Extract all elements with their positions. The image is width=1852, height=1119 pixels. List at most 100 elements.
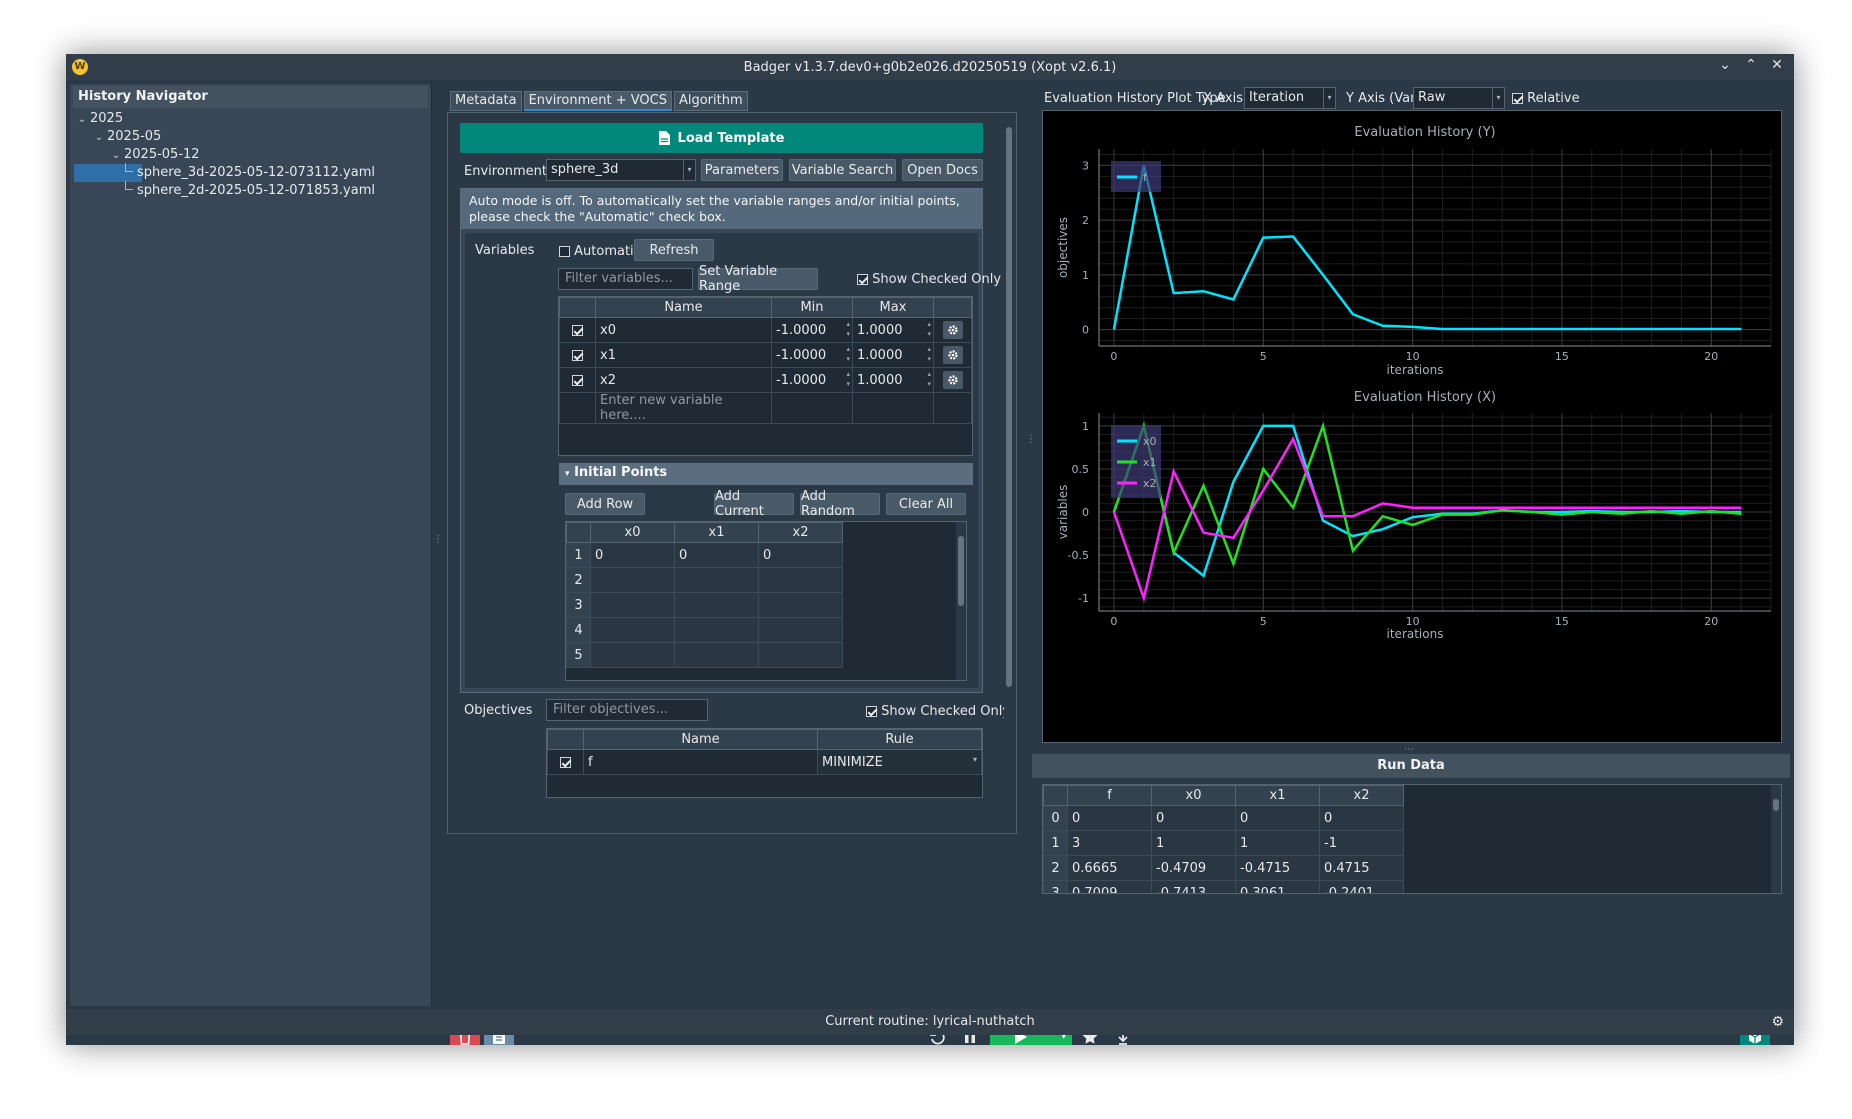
tab-environment-vocs[interactable]: Environment + VOCS bbox=[523, 91, 672, 111]
initial-point-cell-x0[interactable] bbox=[590, 592, 675, 618]
variable-name[interactable]: x2 bbox=[595, 367, 772, 393]
run-data-row[interactable]: 2 0.6665 -0.4709 -0.4715 0.4715 bbox=[1043, 855, 1404, 881]
initial-point-row: 4 bbox=[566, 617, 843, 643]
relative-label: Relative bbox=[1527, 91, 1580, 106]
history-tree: ⌄ 2025 ⌄ 2025-05 ⌄ 2025-05-12 sphere_3d-2025-0… bbox=[70, 110, 431, 200]
initial-point-cell-x0[interactable] bbox=[590, 617, 675, 643]
variable-min-input[interactable]: -1.0000 bbox=[771, 317, 853, 343]
tree-item[interactable]: ⌄ 2025-05-12 bbox=[70, 146, 431, 164]
variable-search-button[interactable]: Variable Search bbox=[789, 159, 896, 181]
file-icon bbox=[658, 131, 670, 145]
tab-algorithm[interactable]: Algorithm bbox=[673, 91, 748, 111]
run-data-scrollbar[interactable] bbox=[1771, 785, 1781, 893]
chevron-down-icon: ⌄ bbox=[77, 114, 87, 125]
close-icon[interactable]: ✕ bbox=[1770, 57, 1784, 73]
tree-item-label: 2025 bbox=[90, 111, 124, 126]
initial-point-row: 3 bbox=[566, 592, 843, 618]
relative-checkbox[interactable]: Relative bbox=[1512, 91, 1580, 106]
show-checked-objectives-checkbox[interactable]: Show Checked Only bbox=[866, 704, 1010, 719]
show-checked-variables-checkbox[interactable]: Show Checked Only bbox=[857, 272, 1001, 287]
variable-checkbox[interactable] bbox=[559, 367, 596, 393]
variable-max-input[interactable]: 1.0000 bbox=[852, 342, 934, 368]
initial-point-cell-x2[interactable]: 0 bbox=[758, 542, 843, 568]
variable-min-input[interactable]: -1.0000 bbox=[771, 367, 853, 393]
initial-point-cell-x1[interactable] bbox=[674, 592, 759, 618]
variable-checkbox[interactable] bbox=[559, 317, 596, 343]
evaluation-plots[interactable]: Evaluation History (Y) 0 5 10 15 20 0 1 2 3 iterat… bbox=[1042, 110, 1782, 743]
variable-settings-button[interactable] bbox=[942, 371, 963, 389]
filter-variables-input[interactable]: Filter variables... bbox=[558, 268, 693, 290]
variables-table: Name Min Max x0-1.00001.0000x1-1.00001.0… bbox=[558, 296, 973, 456]
set-variable-range-button[interactable]: Set Variable Range bbox=[698, 264, 818, 294]
tree-item[interactable]: sphere_3d-2025-05-12-073112.yaml bbox=[70, 163, 431, 182]
run-data-row[interactable]: 1 3 1 1 -1 bbox=[1043, 830, 1404, 856]
variable-settings-button[interactable] bbox=[942, 321, 963, 339]
panel-scrollbar[interactable] bbox=[1004, 117, 1014, 807]
objective-rule-select[interactable]: MINIMIZE ▾ bbox=[817, 749, 982, 775]
tree-branch-icon bbox=[125, 181, 133, 190]
run-data-cell-f: 0 bbox=[1067, 805, 1152, 831]
initial-point-cell-x2[interactable] bbox=[758, 567, 843, 593]
initial-point-cell-x0[interactable]: 0 bbox=[590, 542, 675, 568]
parameters-button[interactable]: Parameters bbox=[701, 159, 783, 181]
variable-name[interactable]: x1 bbox=[595, 342, 772, 368]
row-index: 2 bbox=[566, 567, 591, 593]
x-axis-label: iterations bbox=[1387, 363, 1444, 377]
row-index: 3 bbox=[566, 592, 591, 618]
initial-point-cell-x2[interactable] bbox=[758, 642, 843, 668]
initial-points-header[interactable]: ▾ Initial Points bbox=[559, 463, 973, 485]
variable-checkbox[interactable] bbox=[559, 342, 596, 368]
plots-canvas[interactable]: Evaluation History (Y)0 5 10 15 200123iterat… bbox=[1043, 111, 1781, 742]
variable-name[interactable]: x0 bbox=[595, 317, 772, 343]
clear-all-button[interactable]: Clear All bbox=[886, 493, 966, 515]
add-current-button[interactable]: Add Current bbox=[714, 489, 794, 519]
filter-objectives-input[interactable]: Filter objectives... bbox=[546, 699, 708, 721]
initial-point-cell-x1[interactable]: 0 bbox=[674, 542, 759, 568]
open-docs-button[interactable]: Open Docs bbox=[902, 159, 983, 181]
run-data-title: Run Data bbox=[1032, 754, 1790, 778]
tree-item[interactable]: ⌄ 2025 bbox=[70, 110, 431, 128]
variable-min-input[interactable]: -1.0000 bbox=[771, 342, 853, 368]
monitor-panel: Evaluation History Plot Type X Axis Iter… bbox=[1032, 84, 1790, 1019]
y-axis-label: objectives bbox=[1056, 217, 1070, 278]
initial-point-cell-x0[interactable] bbox=[590, 642, 675, 668]
run-data-cell-x0: -0.7413 bbox=[1151, 880, 1236, 893]
refresh-button[interactable]: Refresh bbox=[634, 239, 714, 261]
initial-point-cell-x1[interactable] bbox=[674, 567, 759, 593]
variable-max-input[interactable]: 1.0000 bbox=[852, 317, 934, 343]
environment-select[interactable]: sphere_3d ▾ bbox=[546, 159, 696, 181]
initial-point-cell-x2[interactable] bbox=[758, 617, 843, 643]
row-index: 2 bbox=[1043, 855, 1068, 881]
x-axis-select[interactable]: Iteration ▾ bbox=[1244, 87, 1336, 109]
run-data-table: f x0 x1 x2 0 0 0 0 0 1 3 1 1 -1 2 0.6665 -0.4709 -0.4… bbox=[1042, 784, 1782, 894]
initial-point-cell-x1[interactable] bbox=[674, 642, 759, 668]
run-data-row[interactable]: 3 0.7009 -0.7413 0.3061 -0.2401 bbox=[1043, 880, 1404, 893]
x-tick-label: 10 bbox=[1406, 350, 1420, 363]
tree-item[interactable]: ⌄ 2025-05 bbox=[70, 128, 431, 146]
initial-point-cell-x1[interactable] bbox=[674, 617, 759, 643]
automatic-checkbox[interactable]: Automatic bbox=[559, 244, 641, 259]
run-data-row[interactable]: 00000 bbox=[1043, 805, 1404, 831]
tree-item[interactable]: sphere_2d-2025-05-12-071853.yaml bbox=[70, 181, 431, 200]
add-random-button[interactable]: Add Random bbox=[800, 489, 880, 519]
tab-metadata[interactable]: Metadata bbox=[450, 91, 522, 111]
initial-points-scrollbar[interactable] bbox=[956, 522, 966, 680]
maximize-icon[interactable]: ⌃ bbox=[1744, 57, 1758, 73]
initial-point-cell-x0[interactable] bbox=[590, 567, 675, 593]
load-template-button[interactable]: Load Template bbox=[460, 123, 983, 153]
x-axis-label: iterations bbox=[1387, 627, 1444, 641]
row-index: 1 bbox=[1043, 830, 1068, 856]
initial-point-cell-x2[interactable] bbox=[758, 592, 843, 618]
add-row-button[interactable]: Add Row bbox=[565, 493, 645, 515]
legend-label: x2 bbox=[1143, 477, 1157, 490]
new-variable-input[interactable]: Enter new variable here.... bbox=[595, 392, 772, 424]
y-axis-select[interactable]: Raw ▾ bbox=[1413, 87, 1505, 109]
minimize-icon[interactable]: ⌄ bbox=[1718, 57, 1732, 73]
variable-max-input[interactable]: 1.0000 bbox=[852, 367, 934, 393]
x-tick-label: 15 bbox=[1555, 615, 1569, 628]
objective-checkbox[interactable] bbox=[547, 749, 584, 775]
show-checked-objectives-label: Show Checked Only bbox=[881, 704, 1011, 719]
y-tick-label: 2 bbox=[1082, 214, 1089, 227]
variable-settings-button[interactable] bbox=[942, 346, 963, 364]
settings-gear-icon[interactable]: ⚙ bbox=[1771, 1009, 1784, 1035]
